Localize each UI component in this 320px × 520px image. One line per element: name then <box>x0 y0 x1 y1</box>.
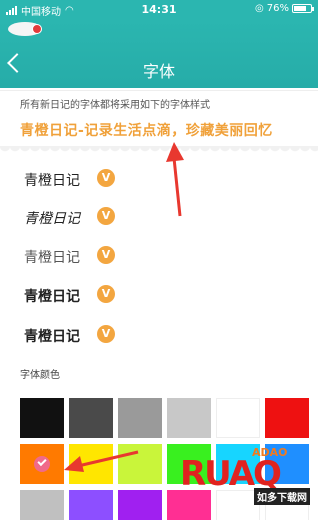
color-swatch[interactable] <box>118 490 162 520</box>
font-option-4[interactable]: 青橙日记 V <box>0 276 318 314</box>
vip-badge-icon: V <box>97 325 115 343</box>
page-title: 字体 <box>142 62 175 81</box>
color-swatch[interactable] <box>265 398 309 438</box>
battery-icon <box>292 4 314 13</box>
color-swatch[interactable] <box>118 398 162 438</box>
alarm-icon: ◎ <box>255 3 264 14</box>
status-right: ◎ 76% <box>255 3 314 14</box>
color-swatch[interactable] <box>69 490 113 520</box>
selected-check-icon <box>37 456 47 467</box>
font-option-5[interactable]: 青橙日记 V <box>0 316 318 354</box>
app-header: 字体 <box>0 20 318 88</box>
font-name: 青橙日记 <box>24 329 80 345</box>
font-name: 青橙日记 <box>24 212 80 227</box>
color-swatch[interactable] <box>20 444 64 484</box>
font-color-section-label: 字体颜色 <box>20 370 60 381</box>
notification-dot-icon <box>32 24 42 34</box>
preview-hint: 所有新日记的字体都将采用如下的字体样式 <box>20 100 210 111</box>
preview-sample-text: 青橙日记-记录生活点滴，珍藏美丽回忆 <box>20 123 273 139</box>
color-swatch[interactable] <box>20 398 64 438</box>
annotation-arrow-left-icon <box>64 450 139 472</box>
color-swatch[interactable] <box>69 398 113 438</box>
preview-scallop-edge <box>0 146 318 156</box>
vip-badge-icon: V <box>97 285 115 303</box>
color-swatch[interactable] <box>167 398 211 438</box>
font-option-3[interactable]: 青橙日记 V <box>0 237 318 275</box>
vip-badge-icon: V <box>97 207 115 225</box>
color-swatch[interactable] <box>216 398 260 438</box>
vip-badge-icon: V <box>97 169 115 187</box>
battery-percent: 76% <box>266 3 289 14</box>
font-option-1[interactable]: 青橙日记 V <box>0 160 318 198</box>
status-bar: 中国移动 ◠ 14:31 ◎ 76% <box>0 0 318 20</box>
watermark-tagline: 如多下载网 <box>254 488 310 505</box>
annotation-arrow-up-icon <box>166 142 184 217</box>
font-name: 青橙日记 <box>24 249 80 265</box>
vip-badge-icon: V <box>97 246 115 264</box>
font-option-2[interactable]: 青橙日记 V <box>0 198 318 236</box>
font-name: 青橙日记 <box>24 173 80 189</box>
color-swatch[interactable] <box>20 490 64 520</box>
font-name: 青橙日记 <box>24 289 80 305</box>
watermark-logo: ADAO RUAQ 如多下载网 <box>180 444 312 514</box>
